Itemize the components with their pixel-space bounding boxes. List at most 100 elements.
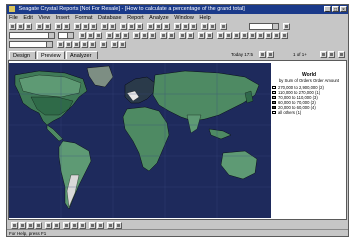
thousands-icon[interactable] [141, 32, 148, 39]
menu-analyze[interactable]: Analyze [149, 15, 169, 21]
menu-file[interactable]: File [9, 15, 18, 21]
line-style-icon[interactable] [206, 32, 213, 39]
tool-icon[interactable] [115, 222, 122, 229]
copy-icon[interactable] [82, 23, 89, 30]
tool-icon[interactable] [71, 222, 78, 229]
menu-view[interactable]: View [38, 15, 50, 21]
align-left-icon[interactable] [106, 32, 113, 39]
undo-icon[interactable] [101, 23, 108, 30]
title-bar: Seagate Crystal Reports [Not For Resale]… [7, 5, 348, 14]
menu-edit[interactable]: Edit [23, 15, 32, 21]
menu-database[interactable]: Database [98, 15, 122, 21]
paste-icon[interactable] [90, 23, 97, 30]
center-map-icon[interactable] [89, 41, 96, 48]
open-icon[interactable] [17, 23, 24, 30]
tool-icon[interactable] [107, 222, 114, 229]
tool-icon[interactable] [27, 222, 34, 229]
help-icon[interactable] [283, 23, 290, 30]
tool-icon[interactable] [97, 222, 104, 229]
search-icon[interactable] [220, 23, 227, 30]
suppress-icon[interactable] [217, 32, 224, 39]
legend-subtitle: by Sum of Orders Order Amount [278, 78, 340, 83]
italic-icon[interactable] [87, 32, 94, 39]
tool-icon[interactable] [89, 222, 96, 229]
insert-text-icon[interactable] [128, 23, 135, 30]
align-right-icon[interactable] [122, 32, 129, 39]
world-map[interactable] [9, 63, 271, 218]
tool-icon[interactable] [11, 222, 18, 229]
object-properties-icon[interactable] [233, 32, 240, 39]
tool-icon[interactable] [45, 222, 52, 229]
pan-icon[interactable] [81, 41, 88, 48]
insert-field-icon[interactable] [120, 23, 127, 30]
legend-swatch [272, 96, 276, 100]
last-page-icon[interactable] [328, 51, 335, 58]
print-preview-icon[interactable] [44, 23, 51, 30]
font-name-dropdown[interactable] [9, 32, 55, 39]
currency-icon[interactable] [133, 32, 140, 39]
stop-icon[interactable] [209, 23, 216, 30]
previous-page-icon[interactable] [267, 51, 274, 58]
decrease-decimal-icon[interactable] [168, 32, 175, 39]
save-icon[interactable] [25, 23, 32, 30]
percent-icon[interactable] [149, 32, 156, 39]
tool-icon[interactable] [19, 222, 26, 229]
font-size-dropdown[interactable] [58, 32, 74, 39]
formula-editor-icon[interactable] [249, 32, 256, 39]
highlight-expert-icon[interactable] [257, 32, 264, 39]
tool-icon[interactable] [53, 222, 60, 229]
fill-color-icon[interactable] [187, 32, 194, 39]
redo-icon[interactable] [109, 23, 116, 30]
insert-chart-icon[interactable] [147, 23, 154, 30]
export-icon[interactable] [55, 23, 62, 30]
first-page-icon[interactable] [259, 51, 266, 58]
map-legend-icon[interactable] [119, 41, 126, 48]
cut-icon[interactable] [74, 23, 81, 30]
font-color-icon[interactable] [198, 32, 205, 39]
zoom-dropdown[interactable] [249, 23, 279, 30]
tool-icon[interactable] [79, 222, 86, 229]
select-tool-icon[interactable] [57, 41, 64, 48]
sort-icon[interactable] [182, 23, 189, 30]
format-expert-icon[interactable] [190, 23, 197, 30]
menu-window[interactable]: Window [174, 15, 194, 21]
align-center-icon[interactable] [114, 32, 121, 39]
mail-icon[interactable] [63, 23, 70, 30]
menu-help[interactable]: Help [199, 15, 210, 21]
stop-icon[interactable] [338, 51, 345, 58]
map-layer-dropdown[interactable] [9, 41, 53, 48]
map-expert-icon[interactable] [281, 32, 288, 39]
bold-icon[interactable] [79, 32, 86, 39]
zoom-out-icon[interactable] [73, 41, 80, 48]
tab-analyzer[interactable]: Analyzer [66, 51, 98, 59]
menu-insert[interactable]: Insert [56, 15, 70, 21]
maximize-button[interactable]: □ [332, 6, 339, 13]
select-expert-icon[interactable] [174, 23, 181, 30]
menu-format[interactable]: Format [75, 15, 92, 21]
insert-map-icon[interactable] [155, 23, 162, 30]
print-icon[interactable] [36, 23, 43, 30]
close-button[interactable]: × [340, 6, 347, 13]
menu-report[interactable]: Report [127, 15, 144, 21]
report-options-icon[interactable] [273, 32, 280, 39]
lock-format-icon[interactable] [225, 32, 232, 39]
report-tabs: Design Preview Analyzer Today 17:5 1 of … [7, 51, 348, 59]
border-icon[interactable] [179, 32, 186, 39]
tool-icon[interactable] [63, 222, 70, 229]
zoom-in-icon[interactable] [65, 41, 72, 48]
section-expert-icon[interactable] [265, 32, 272, 39]
insert-picture-icon[interactable] [163, 23, 170, 30]
insert-summary-icon[interactable] [136, 23, 143, 30]
increase-decimal-icon[interactable] [160, 32, 167, 39]
underline-icon[interactable] [95, 32, 102, 39]
tab-preview[interactable]: Preview [37, 51, 65, 59]
tab-design[interactable]: Design [9, 51, 36, 59]
map-layers-icon[interactable] [111, 41, 118, 48]
group-expert-icon[interactable] [241, 32, 248, 39]
tool-icon[interactable] [35, 222, 42, 229]
minimize-button[interactable]: _ [324, 6, 331, 13]
next-page-icon[interactable] [320, 51, 327, 58]
new-report-icon[interactable] [9, 23, 16, 30]
close-map-icon[interactable] [100, 41, 107, 48]
refresh-icon[interactable] [201, 23, 208, 30]
